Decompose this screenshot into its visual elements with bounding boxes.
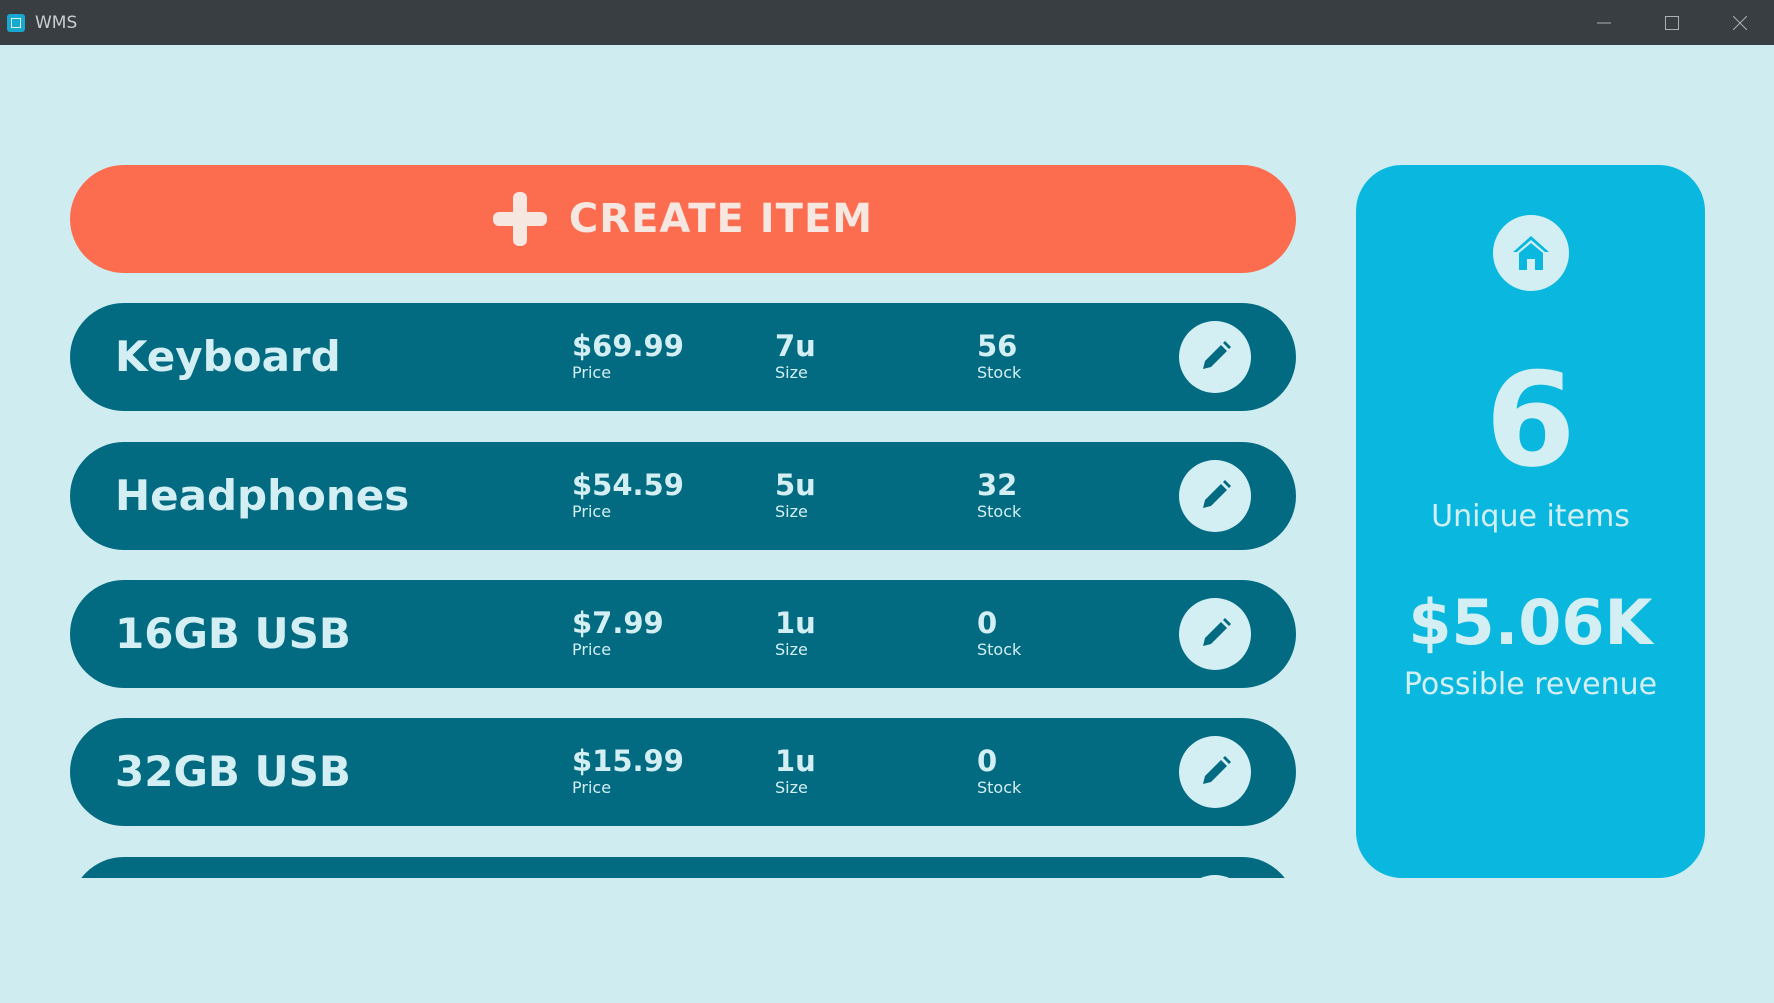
item-stock: 0 Stock	[977, 744, 1021, 798]
item-row-32gb-usb[interactable]: 32GB USB $15.99 Price 1u Size 0 Stock	[70, 718, 1296, 826]
item-price: $69.99 Price	[572, 329, 684, 383]
close-button[interactable]	[1706, 0, 1774, 45]
item-row-keyboard[interactable]: Keyboard $69.99 Price 7u Size 56 Stock	[70, 303, 1296, 411]
item-stock: 56 Stock	[977, 329, 1021, 383]
edit-item-button[interactable]	[1179, 875, 1251, 878]
size-value: 5u	[775, 468, 816, 502]
possible-revenue-value: $5.06K	[1408, 586, 1653, 659]
size-value: 7u	[775, 329, 816, 363]
price-label: Price	[572, 778, 612, 797]
item-row-headphones[interactable]: Headphones $54.59 Price 5u Size 32 Stock	[70, 442, 1296, 550]
stock-label: Stock	[977, 502, 1022, 521]
item-name: Keyboard	[115, 332, 341, 381]
item-size: 1u Size	[775, 606, 816, 660]
minimize-icon	[1597, 22, 1611, 23]
item-price: $7.99 Price	[572, 606, 664, 660]
edit-item-button[interactable]	[1179, 736, 1251, 808]
price-value: $7.99	[572, 606, 664, 640]
item-price: $54.59 Price	[572, 468, 684, 522]
item-stock: 32 Stock	[977, 468, 1021, 522]
plus-icon	[492, 192, 547, 246]
size-label: Size	[775, 640, 808, 659]
size-label: Size	[775, 778, 808, 797]
stock-label: Stock	[977, 640, 1022, 659]
possible-revenue-label: Possible revenue	[1403, 667, 1658, 702]
stock-label: Stock	[977, 363, 1022, 382]
item-row-partial[interactable]	[70, 857, 1296, 878]
item-name: 32GB USB	[115, 747, 351, 796]
stock-value: 0	[977, 744, 998, 778]
summary-panel: 6 Unique items $5.06K Possible revenue	[1356, 165, 1705, 878]
unique-items-count: 6	[1485, 344, 1576, 496]
stock-label: Stock	[977, 778, 1022, 797]
stock-value: 0	[977, 606, 998, 640]
close-icon	[1733, 15, 1747, 30]
edit-item-button[interactable]	[1179, 460, 1251, 532]
edit-item-button[interactable]	[1179, 321, 1251, 393]
maximize-icon	[1665, 15, 1679, 30]
main-content: CREATE ITEM Keyboard $69.99 Price 7u Siz…	[0, 45, 1774, 1003]
price-label: Price	[572, 502, 612, 521]
item-size: 5u Size	[775, 468, 816, 522]
price-value: $69.99	[572, 329, 684, 363]
size-value: 1u	[775, 744, 816, 778]
edit-item-button[interactable]	[1179, 598, 1251, 670]
stock-value: 56	[977, 329, 1018, 363]
size-label: Size	[775, 502, 808, 521]
item-size: 7u Size	[775, 329, 816, 383]
price-value: $54.59	[572, 468, 684, 502]
title-bar: WMS	[0, 0, 1774, 45]
size-label: Size	[775, 363, 808, 382]
window-controls	[1570, 0, 1774, 45]
price-label: Price	[572, 640, 612, 659]
maximize-button[interactable]	[1638, 0, 1706, 45]
create-item-button[interactable]: CREATE ITEM	[70, 165, 1296, 273]
item-size: 1u Size	[775, 744, 816, 798]
item-price: $15.99 Price	[572, 744, 684, 798]
home-button[interactable]	[1493, 215, 1569, 291]
item-stock: 0 Stock	[977, 606, 1021, 660]
pencil-icon	[1203, 618, 1231, 646]
pencil-icon	[1203, 480, 1231, 508]
item-name: 16GB USB	[115, 609, 351, 658]
price-label: Price	[572, 363, 612, 382]
minimize-button[interactable]	[1570, 0, 1638, 45]
price-value: $15.99	[572, 744, 684, 778]
pencil-icon	[1203, 341, 1231, 369]
window-title: WMS	[35, 12, 78, 33]
size-value: 1u	[775, 606, 816, 640]
home-icon	[1513, 236, 1549, 270]
stock-value: 32	[977, 468, 1018, 502]
item-row-16gb-usb[interactable]: 16GB USB $7.99 Price 1u Size 0 Stock	[70, 580, 1296, 688]
item-list[interactable]: Keyboard $69.99 Price 7u Size 56 Stock H…	[70, 303, 1296, 878]
item-name: Headphones	[115, 471, 410, 520]
pencil-icon	[1203, 756, 1231, 784]
create-item-label: CREATE ITEM	[568, 196, 874, 242]
app-icon	[7, 13, 25, 32]
unique-items-label: Unique items	[1431, 499, 1630, 534]
